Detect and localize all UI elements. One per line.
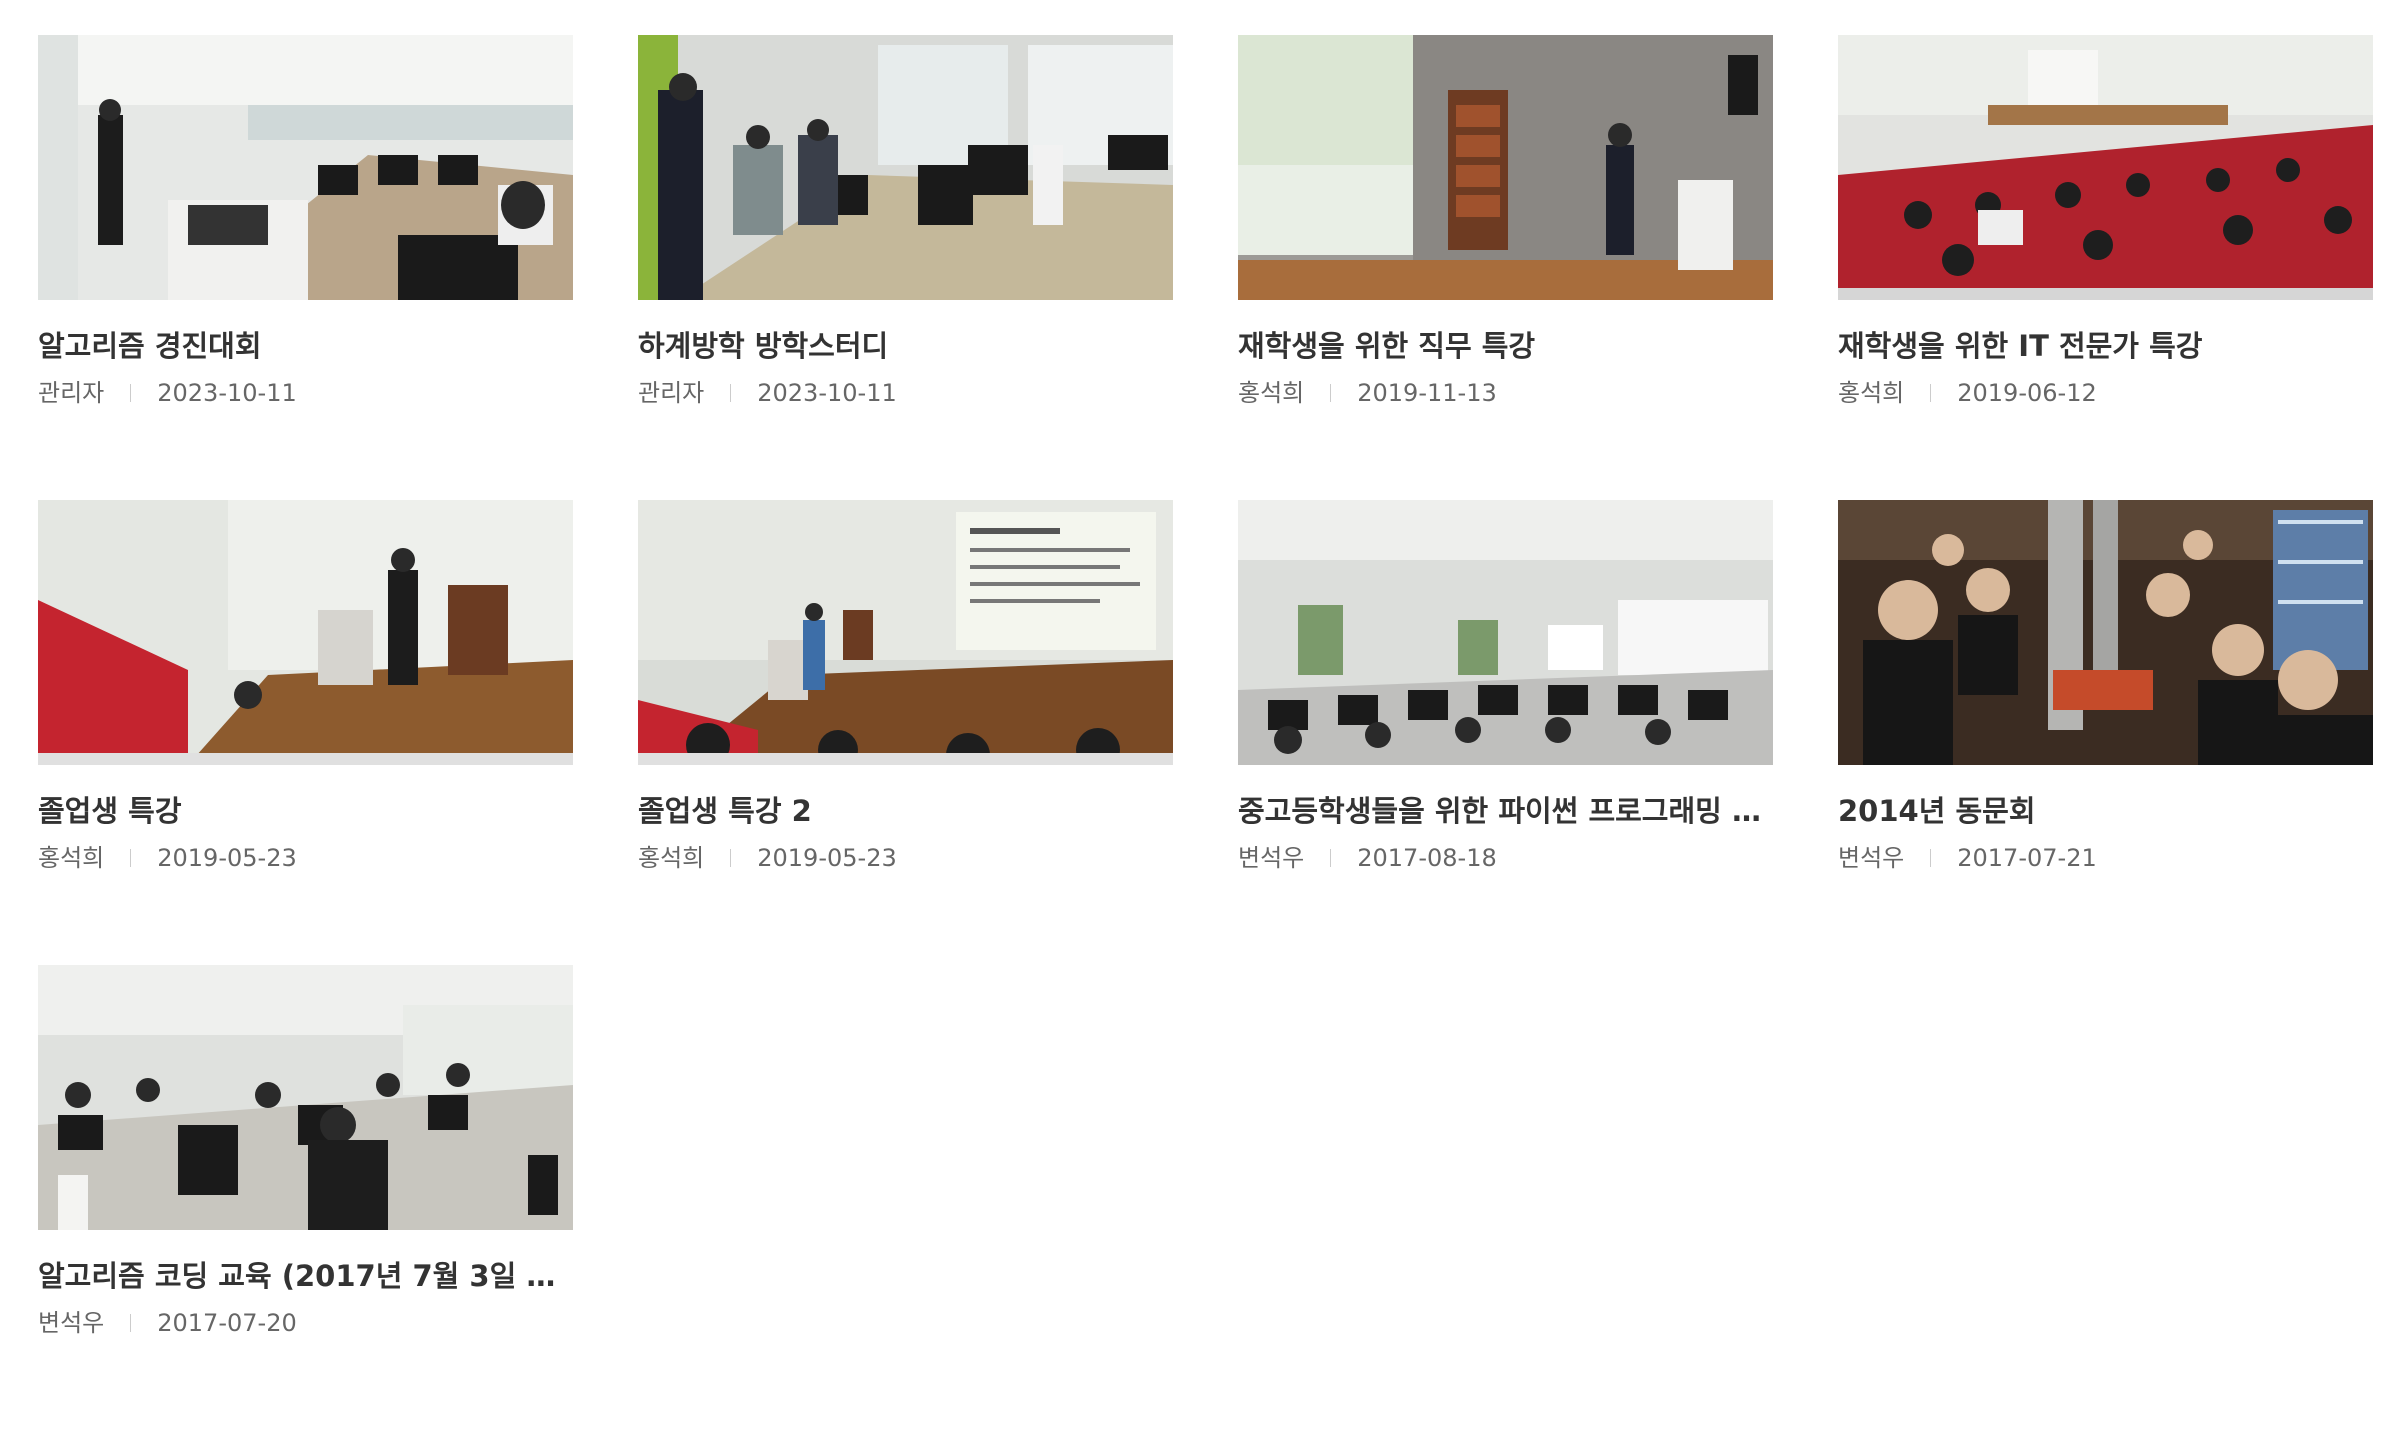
post-date: 2019-06-12 [1957,379,2097,407]
post-title[interactable]: 졸업생 특강 [38,791,573,831]
meta-divider [1930,849,1932,867]
post-author: 변석우 [38,1309,105,1337]
post-meta: 홍석희 2019-11-13 [1238,378,1773,408]
post-title[interactable]: 재학생을 위한 직무 특강 [1238,326,1773,366]
gallery-card[interactable]: 알고리즘 코딩 교육 (2017년 7월 3일 ~ 7월… 변석우 2017-0… [38,965,573,1430]
meta-divider [130,1314,132,1332]
post-author: 홍석희 [1838,379,1905,407]
post-date: 2017-08-18 [1357,844,1497,872]
post-meta: 홍석희 2019-06-12 [1838,378,2373,408]
post-meta: 홍석희 2019-05-23 [638,843,1173,873]
gallery-card[interactable]: 재학생을 위한 IT 전문가 특강 홍석희 2019-06-12 [1838,35,2373,500]
gallery-grid: 알고리즘 경진대회 관리자 2023-10-11 하계방학 방학스터디 관리자 … [38,35,2373,1430]
post-date: 2019-05-23 [757,844,897,872]
gallery-card[interactable]: 알고리즘 경진대회 관리자 2023-10-11 [38,35,573,500]
post-title[interactable]: 중고등학생들을 위한 파이썬 프로그래밍 여… [1238,791,1773,831]
meta-divider [730,849,732,867]
post-meta: 관리자 2023-10-11 [638,378,1173,408]
post-meta: 홍석희 2019-05-23 [38,843,573,873]
post-title[interactable]: 2014년 동문회 [1838,791,2373,831]
gallery-card[interactable]: 재학생을 위한 직무 특강 홍석희 2019-11-13 [1238,35,1773,500]
alumni-dinner-photo[interactable] [1838,500,2373,765]
post-date: 2023-10-11 [157,379,297,407]
meta-divider [130,384,132,402]
coding-class-photo[interactable] [38,965,573,1230]
graduate-lecture-photo[interactable] [38,500,573,765]
lecture-podium-photo[interactable] [1238,35,1773,300]
auditorium-photo[interactable] [1838,35,2373,300]
meta-divider [1330,849,1332,867]
post-title[interactable]: 알고리즘 경진대회 [38,326,573,366]
post-title[interactable]: 하계방학 방학스터디 [638,326,1173,366]
gallery-card[interactable]: 중고등학생들을 위한 파이썬 프로그래밍 여… 변석우 2017-08-18 [1238,500,1773,965]
post-author: 홍석희 [38,844,105,872]
post-date: 2019-05-23 [157,844,297,872]
post-meta: 관리자 2023-10-11 [38,378,573,408]
gallery-card[interactable]: 졸업생 특강 2 홍석희 2019-05-23 [638,500,1173,965]
post-date: 2023-10-11 [757,379,897,407]
post-meta: 변석우 2017-08-18 [1238,843,1773,873]
gallery-card[interactable]: 졸업생 특강 홍석희 2019-05-23 [38,500,573,965]
meta-divider [1330,384,1332,402]
graduate-lecture-2-photo[interactable] [638,500,1173,765]
post-title[interactable]: 졸업생 특강 2 [638,791,1173,831]
post-title[interactable]: 알고리즘 코딩 교육 (2017년 7월 3일 ~ 7월… [38,1256,573,1296]
post-author: 변석우 [1238,844,1305,872]
meta-divider [1930,384,1932,402]
gallery-card[interactable]: 2014년 동문회 변석우 2017-07-21 [1838,500,2373,965]
meta-divider [730,384,732,402]
post-title[interactable]: 재학생을 위한 IT 전문가 특강 [1838,326,2373,366]
post-author: 변석우 [1838,844,1905,872]
post-meta: 변석우 2017-07-20 [38,1308,573,1338]
post-author: 관리자 [38,379,105,407]
post-date: 2017-07-20 [157,1309,297,1337]
post-meta: 변석우 2017-07-21 [1838,843,2373,873]
computer-lab-photo[interactable] [38,35,573,300]
post-author: 관리자 [638,379,705,407]
post-date: 2017-07-21 [1957,844,2097,872]
gallery-card[interactable]: 하계방학 방학스터디 관리자 2023-10-11 [638,35,1173,500]
study-group-photo[interactable] [638,35,1173,300]
python-class-photo[interactable] [1238,500,1773,765]
meta-divider [130,849,132,867]
post-author: 홍석희 [638,844,705,872]
post-date: 2019-11-13 [1357,379,1497,407]
post-author: 홍석희 [1238,379,1305,407]
